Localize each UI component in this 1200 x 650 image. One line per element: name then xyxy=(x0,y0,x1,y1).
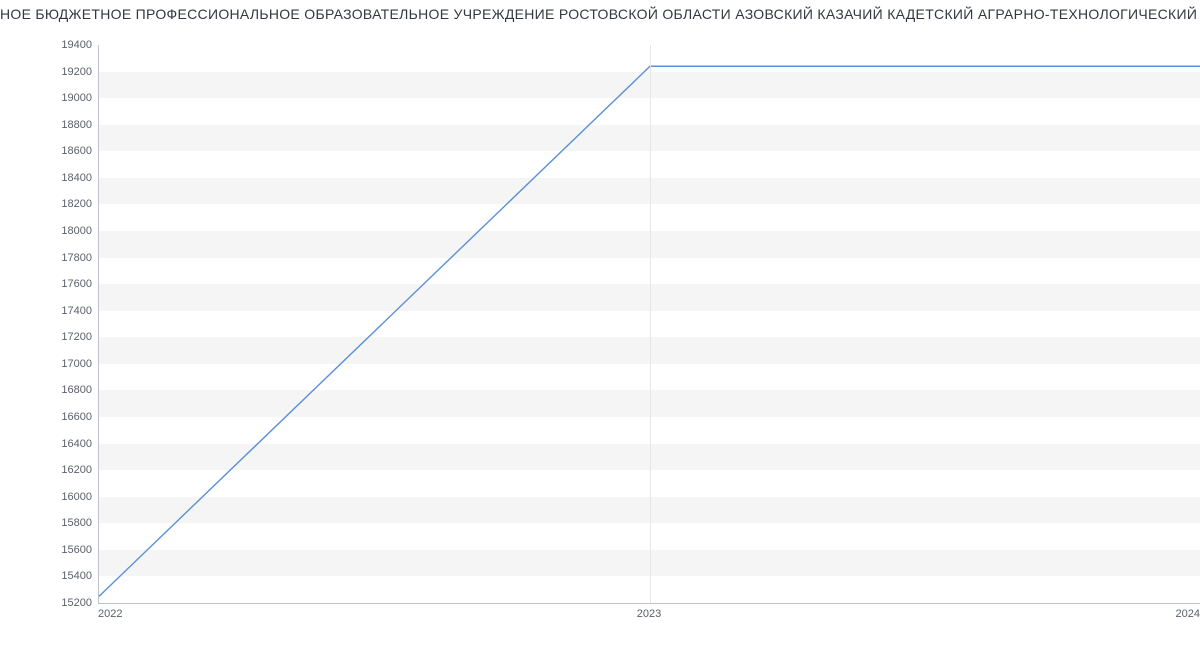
y-tick-label: 17000 xyxy=(32,358,92,370)
y-tick-label: 15600 xyxy=(32,544,92,556)
y-tick-label: 17600 xyxy=(32,278,92,290)
y-tick-label: 19400 xyxy=(32,39,92,51)
y-tick-label: 18000 xyxy=(32,225,92,237)
y-tick-label: 16600 xyxy=(32,411,92,423)
y-tick-label: 17800 xyxy=(32,252,92,264)
y-tick-label: 17200 xyxy=(32,331,92,343)
y-tick-label: 17400 xyxy=(32,305,92,317)
y-tick-label: 16400 xyxy=(32,438,92,450)
y-tick-label: 15800 xyxy=(32,517,92,529)
y-tick-label: 18200 xyxy=(32,198,92,210)
y-tick-label: 18600 xyxy=(32,145,92,157)
y-tick-label: 18400 xyxy=(32,172,92,184)
x-tick-label: 2022 xyxy=(98,608,122,620)
y-tick-label: 18800 xyxy=(32,119,92,131)
y-tick-label: 19000 xyxy=(32,92,92,104)
x-tick-label: 2023 xyxy=(637,608,661,620)
y-tick-label: 16800 xyxy=(32,384,92,396)
y-tick-label: 15400 xyxy=(32,570,92,582)
x-tick-label: 2024 xyxy=(1176,608,1200,620)
grid-vertical xyxy=(650,45,651,603)
y-tick-label: 16000 xyxy=(32,491,92,503)
y-tick-label: 16200 xyxy=(32,464,92,476)
chart-title: НОЕ БЮДЖЕТНОЕ ПРОФЕССИОНАЛЬНОЕ ОБРАЗОВАТ… xyxy=(0,6,1200,22)
y-tick-label: 19200 xyxy=(32,66,92,78)
y-tick-label: 15200 xyxy=(32,597,92,609)
plot-area xyxy=(98,45,1200,604)
